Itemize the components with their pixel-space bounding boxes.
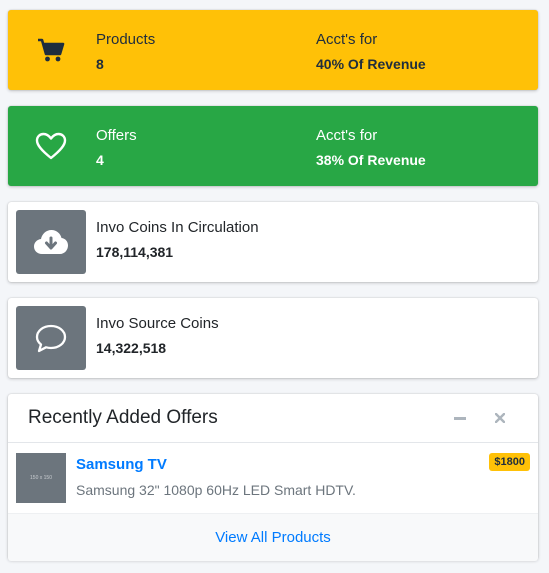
shopping-cart-icon [28,32,74,68]
comment-icon [16,306,86,370]
coins-circulation-value: 178,114,381 [96,244,174,260]
minus-icon [454,416,466,420]
offers-revenue-share: 38% Of Revenue [316,152,426,168]
products-acct-label: Acct's for [316,31,378,48]
card-header: Recently Added Offers [8,394,538,443]
offers-acct-label: Acct's for [316,127,378,144]
offers-summary-card: Offers 4 Acct's for 38% Of Revenue [8,106,538,186]
heart-icon [28,128,74,164]
product-thumbnail: 150 x 150 [16,453,66,503]
remove-button[interactable] [488,406,512,430]
coins-circulation-box: Invo Coins In Circulation 178,114,381 [8,202,538,282]
product-name-link[interactable]: Samsung TV [76,454,167,476]
coins-circulation-label: Invo Coins In Circulation [96,219,259,236]
products-revenue-share: 40% Of Revenue [316,56,426,72]
thumbnail-text: 150 x 150 [30,475,52,481]
products-label: Products [96,31,156,48]
view-all-products-link[interactable]: View All Products [215,529,331,546]
source-coins-label: Invo Source Coins [96,315,219,332]
offers-count: 4 [96,152,104,168]
card-footer: View All Products [8,513,538,561]
cloud-download-icon [16,210,86,274]
collapse-button[interactable] [448,406,472,430]
product-description: Samsung 32" 1080p 60Hz LED Smart HDTV. [76,482,356,498]
price-badge: $1800 [489,453,530,471]
products-summary-card: Products 8 Acct's for 40% Of Revenue [8,10,538,90]
source-coins-box: Invo Source Coins 14,322,518 [8,298,538,378]
source-coins-value: 14,322,518 [96,340,167,356]
recent-offers-card: Recently Added Offers 150 x 150 Samsung … [8,394,538,561]
offers-label: Offers [96,127,137,144]
close-icon [495,413,505,423]
card-title: Recently Added Offers [28,407,218,428]
products-count: 8 [96,56,104,72]
